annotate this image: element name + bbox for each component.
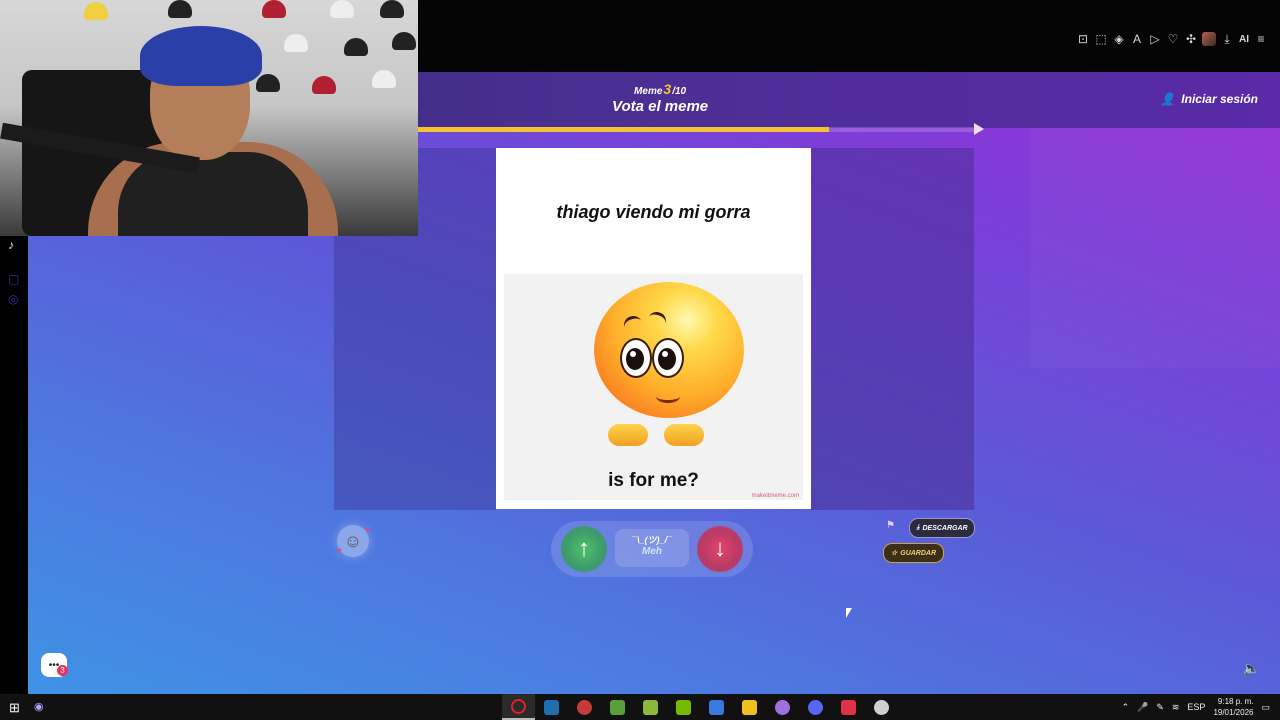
progress-fill <box>418 127 830 132</box>
speaker-icon[interactable]: 🔈 <box>1243 660 1260 677</box>
mouse-cursor <box>846 608 852 618</box>
taskbar-minecraft[interactable] <box>601 694 634 720</box>
upvote-button[interactable]: ↑ <box>561 526 607 572</box>
taskbar-app[interactable] <box>634 694 667 720</box>
ai-button[interactable]: AI <box>1236 30 1252 48</box>
wall-cap <box>312 76 336 94</box>
title-block: Meme 3 /10 Vota el meme <box>612 81 708 115</box>
chevron-up-icon[interactable]: ⌃ <box>1122 702 1130 713</box>
translate-icon[interactable]: A <box>1128 30 1146 48</box>
browser-toolbar: ⊡ ⬚ ◈ A ▷ ♡ ✣ ⤓ AI ≡ <box>1074 30 1270 48</box>
downvote-button[interactable]: ↓ <box>697 526 743 572</box>
save-button[interactable]: ☆ GUARDAR <box>883 543 944 563</box>
meme-image-text: is for me? <box>608 470 699 491</box>
emoji-eye <box>620 338 652 378</box>
microphone-icon[interactable]: 🎤 <box>1137 702 1148 713</box>
progress-marker <box>974 123 984 135</box>
meh-label: Meh <box>642 546 662 557</box>
taskbar: ⊞ ◉ ⌃ 🎤 ✎ ≋ ESP 9:18 p. m. 19/01/2026 ▭ <box>0 694 1280 720</box>
wall-cap <box>284 34 308 52</box>
meme-watermark: makeitmeme.com <box>751 493 799 499</box>
emoji-brow <box>645 309 669 332</box>
screenshot-icon[interactable]: ⬚ <box>1092 30 1110 48</box>
play-icon[interactable]: ▷ <box>1146 30 1164 48</box>
wall-cap <box>330 0 354 18</box>
taskbar-opera[interactable] <box>502 694 535 720</box>
heart-icon: ♥ <box>365 525 370 534</box>
pen-icon[interactable]: ✎ <box>1156 702 1164 713</box>
arrow-up-icon: ↑ <box>578 535 590 562</box>
wall-cap <box>84 2 108 20</box>
smiley-icon: ☺ <box>343 530 363 551</box>
taskbar-app[interactable] <box>733 694 766 720</box>
windows-start-icon[interactable]: ⊞ <box>9 700 20 716</box>
rail-icon: ▢ <box>8 272 20 286</box>
taskbar-app[interactable] <box>700 694 733 720</box>
rail-icon: ◎ <box>8 292 19 306</box>
taskbar-discord[interactable] <box>799 694 832 720</box>
wifi-icon[interactable]: ≋ <box>1172 702 1180 713</box>
meme-counter: Meme 3 /10 <box>634 81 687 97</box>
emoji-brow <box>621 313 645 336</box>
pointing-finger-icon <box>664 424 704 446</box>
tiktok-icon: ♪ <box>8 238 14 252</box>
download-icon: ⤓ <box>916 524 920 531</box>
login-label: Iniciar sesión <box>1181 92 1258 106</box>
heart-icon[interactable]: ♡ <box>1164 30 1182 48</box>
wall-cap <box>344 38 368 56</box>
wall-cap <box>380 0 404 18</box>
taskbar-app[interactable] <box>568 694 601 720</box>
shrug-text: ¯\_(ツ)_/¯ <box>632 535 672 545</box>
language-indicator[interactable]: ESP <box>1187 702 1205 712</box>
meme-panel-right <box>811 148 974 510</box>
download-button[interactable]: ⤓ DESCARGAR <box>909 518 975 538</box>
shy-emoji-icon <box>594 282 744 418</box>
wall-cap <box>262 0 286 18</box>
bookmark-icon[interactable]: ⊡ <box>1074 30 1092 48</box>
meme-card: thiago viendo mi gorra is for me? makeit… <box>496 148 811 509</box>
arrow-down-icon: ↓ <box>714 535 726 562</box>
system-tray: ⌃ 🎤 ✎ ≋ ESP 9:18 p. m. 19/01/2026 ▭ <box>1122 694 1270 720</box>
extensions-icon[interactable]: ✣ <box>1182 30 1200 48</box>
profile-avatar[interactable] <box>1202 32 1216 46</box>
taskbar-app[interactable] <box>766 694 799 720</box>
heart-icon: ♥ <box>337 546 342 555</box>
clock[interactable]: 9:18 p. m. 19/01/2026 <box>1213 696 1253 718</box>
star-icon: ☆ <box>890 550 898 557</box>
chat-badge: 3 <box>57 665 68 676</box>
wall-cap <box>372 70 396 88</box>
emoji-eye <box>652 338 684 378</box>
emoji-mouth <box>656 390 680 403</box>
vote-controls: ↑ ¯\_(ツ)_/¯ Meh ↓ <box>551 521 753 577</box>
taskbar-app[interactable] <box>865 694 898 720</box>
left-rail: ♪ ▢ ◎ <box>0 236 28 694</box>
meh-button[interactable]: ¯\_(ツ)_/¯ Meh <box>615 529 689 567</box>
taskbar-nvidia[interactable] <box>667 694 700 720</box>
taskbar-apps <box>502 694 898 720</box>
notification-icon[interactable]: ▭ <box>1261 702 1270 713</box>
meme-image: is for me? makeitmeme.com <box>504 274 803 500</box>
report-flag-icon[interactable]: ⚑ <box>886 520 895 531</box>
page-title: Vota el meme <box>612 98 709 115</box>
taskbar-app[interactable] <box>535 694 568 720</box>
pointing-finger-icon <box>608 424 648 446</box>
shield-icon[interactable]: ◈ <box>1110 30 1128 48</box>
tray-app-icon[interactable]: ◉ <box>34 700 44 713</box>
webcam-overlay <box>0 0 418 236</box>
menu-icon[interactable]: ≡ <box>1252 30 1270 48</box>
login-button[interactable]: 👤 Iniciar sesión <box>1160 92 1258 106</box>
wall-cap <box>168 0 192 18</box>
progress-bar <box>418 123 984 135</box>
streamer-shirt <box>118 152 308 236</box>
emote-reaction-button[interactable]: ☺ ♥ ♥ <box>337 525 370 557</box>
taskbar-music[interactable] <box>832 694 865 720</box>
wall-cap <box>256 74 280 92</box>
download-icon[interactable]: ⤓ <box>1218 30 1236 48</box>
user-icon: 👤 <box>1160 92 1176 106</box>
wall-cap <box>392 32 416 50</box>
streamer-bandana <box>140 26 262 86</box>
meme-caption: thiago viendo mi gorra <box>556 202 751 222</box>
